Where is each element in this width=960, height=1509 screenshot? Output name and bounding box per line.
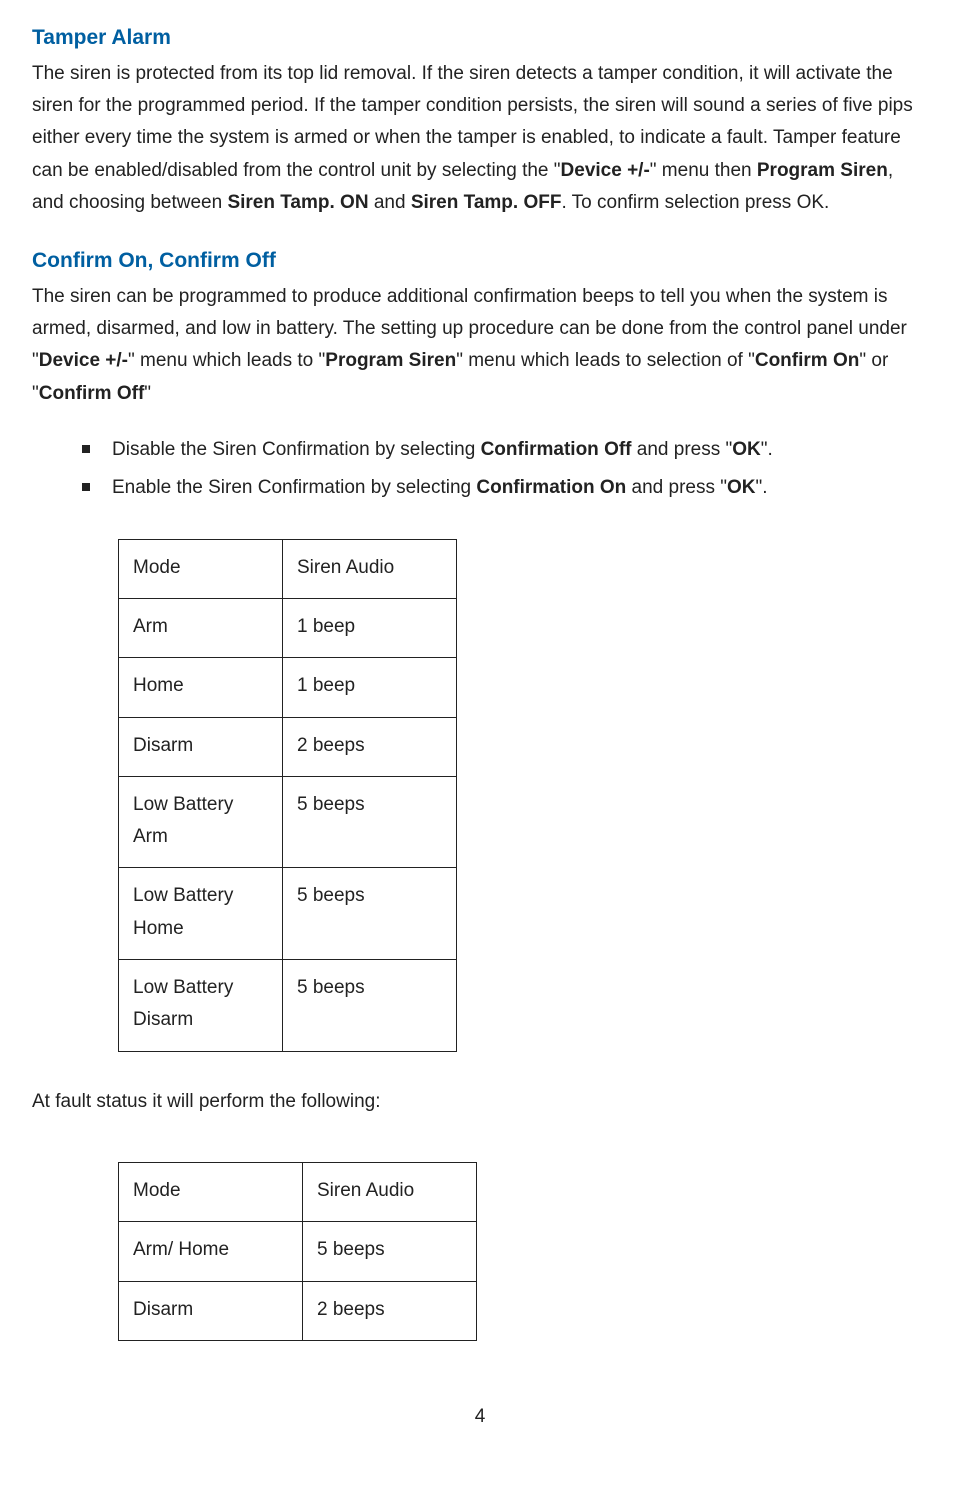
text: ".: [761, 439, 773, 460]
table-row: Disarm 2 beeps: [119, 717, 457, 776]
bold: Confirmation Off: [481, 439, 632, 460]
table-cell: Mode: [119, 539, 283, 598]
table-cell: 5 beeps: [283, 776, 457, 868]
text: Enable the Siren Confirmation by selecti…: [112, 477, 476, 498]
table-row: Mode Siren Audio: [119, 539, 457, 598]
table-cell: 5 beeps: [283, 868, 457, 960]
confirmation-bullets: Disable the Siren Confirmation by select…: [82, 434, 928, 505]
list-item: Enable the Siren Confirmation by selecti…: [82, 472, 928, 504]
tamper-alarm-section: Tamper Alarm The siren is protected from…: [32, 20, 928, 219]
text: and press ": [632, 439, 733, 460]
fault-status-text: At fault status it will perform the foll…: [32, 1086, 928, 1118]
table-cell: Siren Audio: [283, 539, 457, 598]
table-cell: Disarm: [119, 717, 283, 776]
fault-status-table: Mode Siren Audio Arm/ Home 5 beeps Disar…: [118, 1162, 477, 1341]
mode-audio-table: Mode Siren Audio Arm 1 beep Home 1 beep …: [118, 539, 457, 1052]
table-row: Disarm 2 beeps: [119, 1281, 477, 1340]
bold: Device +/-: [39, 350, 128, 371]
table-row: Arm/ Home 5 beeps: [119, 1222, 477, 1281]
table-cell: 5 beeps: [303, 1222, 477, 1281]
bold: Siren Tamp. ON: [227, 192, 368, 213]
bold: Confirm On: [755, 350, 860, 371]
table-row: Low Battery Home 5 beeps: [119, 868, 457, 960]
page-number: 4: [32, 1401, 928, 1433]
table-cell: Siren Audio: [303, 1162, 477, 1221]
table-cell: Low Battery Home: [119, 868, 283, 960]
table-cell: Low Battery Disarm: [119, 960, 283, 1052]
table-row: Mode Siren Audio: [119, 1162, 477, 1221]
bold: OK: [732, 439, 761, 460]
bold: Program Siren: [325, 350, 456, 371]
bold: Confirmation On: [476, 477, 626, 498]
bold: Device +/-: [561, 160, 650, 181]
table-cell: Mode: [119, 1162, 303, 1221]
tamper-alarm-heading: Tamper Alarm: [32, 20, 928, 56]
table-row: Home 1 beep: [119, 658, 457, 717]
text: Disable the Siren Confirmation by select…: [112, 439, 481, 460]
tamper-alarm-body: The siren is protected from its top lid …: [32, 58, 928, 219]
text: and press ": [626, 477, 727, 498]
table-row: Low Battery Arm 5 beeps: [119, 776, 457, 868]
table-cell: 2 beeps: [303, 1281, 477, 1340]
text: ": [144, 383, 151, 404]
table-cell: Arm: [119, 598, 283, 657]
text: " menu which leads to selection of ": [456, 350, 755, 371]
table-cell: Home: [119, 658, 283, 717]
table-cell: Disarm: [119, 1281, 303, 1340]
text: " menu then: [650, 160, 757, 181]
confirm-heading: Confirm On, Confirm Off: [32, 243, 928, 279]
bold: OK: [727, 477, 756, 498]
table-cell: 5 beeps: [283, 960, 457, 1052]
table-row: Low Battery Disarm 5 beeps: [119, 960, 457, 1052]
table-cell: Arm/ Home: [119, 1222, 303, 1281]
table-cell: Low Battery Arm: [119, 776, 283, 868]
bold: Program Siren: [757, 160, 888, 181]
confirm-section: Confirm On, Confirm Off The siren can be…: [32, 243, 928, 410]
table-row: Arm 1 beep: [119, 598, 457, 657]
table-cell: 2 beeps: [283, 717, 457, 776]
bold: Confirm Off: [39, 383, 145, 404]
table-cell: 1 beep: [283, 598, 457, 657]
text: . To confirm selection press OK.: [561, 192, 829, 213]
list-item: Disable the Siren Confirmation by select…: [82, 434, 928, 466]
table-cell: 1 beep: [283, 658, 457, 717]
bold: Siren Tamp. OFF: [411, 192, 562, 213]
text: ".: [756, 477, 768, 498]
text: and: [369, 192, 411, 213]
text: " menu which leads to ": [128, 350, 325, 371]
confirm-body: The siren can be programmed to produce a…: [32, 281, 928, 410]
